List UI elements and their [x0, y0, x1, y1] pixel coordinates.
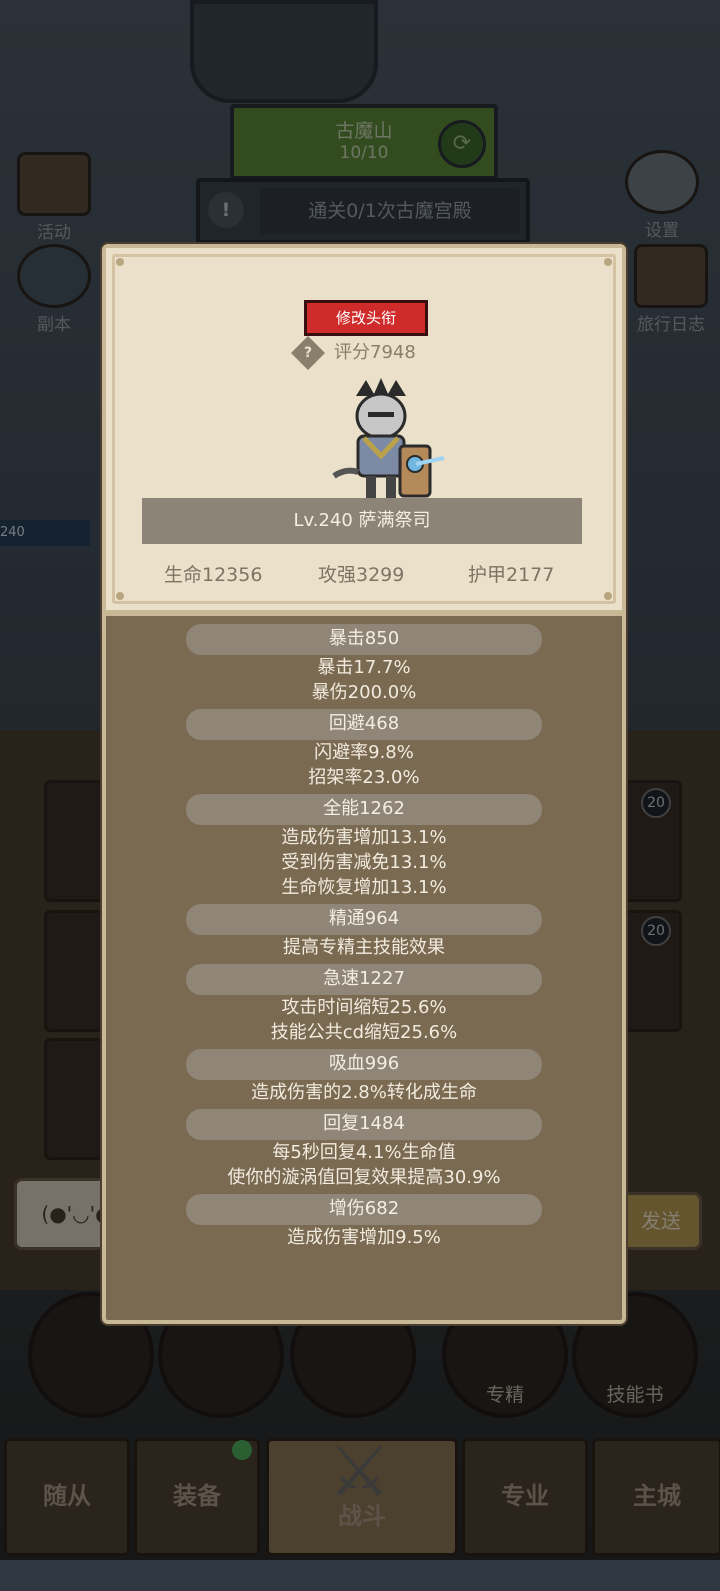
stat-section-header: 回避468 [186, 709, 542, 740]
stats-list: 暴击850 暴击17.7% 暴伤200.0% 回避468 闪避率9.8% 招架率… [106, 624, 622, 1250]
rivet-icon [116, 258, 124, 266]
stat-detail: 招架率23.0% [308, 767, 420, 788]
stat-detail: 暴击17.7% [317, 657, 411, 678]
attack-power-stat: 攻强3299 [318, 564, 405, 586]
score-row: ? 评分7948 [291, 336, 416, 370]
help-icon[interactable]: ? [291, 336, 325, 370]
stat-section-header: 急速1227 [186, 964, 542, 995]
character-stats-modal: 修改头衔 ? 评分7948 Lv.240 萨满祭司 生命12356 攻强3299 … [102, 244, 626, 1324]
stat-section-header: 全能1262 [186, 794, 542, 825]
stat-detail: 每5秒回复4.1%生命值 [272, 1142, 456, 1163]
stat-detail: 造成伤害的2.8%转化成生命 [251, 1082, 477, 1103]
stat-section-header: 增伤682 [186, 1194, 542, 1225]
main-stats: 生命12356 攻强3299 护甲2177 [106, 560, 622, 590]
rivet-icon [604, 258, 612, 266]
stat-detail: 造成伤害增加13.1% [281, 827, 447, 848]
edit-title-button[interactable]: 修改头衔 [304, 300, 428, 336]
stat-section-header: 吸血996 [186, 1049, 542, 1080]
stat-detail: 暴伤200.0% [311, 682, 417, 703]
armor-stat: 护甲2177 [468, 564, 555, 586]
stat-section-header: 回复1484 [186, 1109, 542, 1140]
stat-detail: 生命恢复增加13.1% [281, 877, 447, 898]
rivet-icon [604, 592, 612, 600]
character-header: 修改头衔 ? 评分7948 Lv.240 萨满祭司 生命12356 攻强3299 … [106, 248, 622, 616]
score-text: 评分7948 [334, 342, 416, 363]
stat-section-header: 暴击850 [186, 624, 542, 655]
stat-detail: 使你的漩涡值回复效果提高30.9% [227, 1167, 501, 1188]
hp-stat: 生命12356 [164, 564, 263, 586]
stat-detail: 造成伤害增加9.5% [287, 1227, 441, 1248]
rivet-icon [116, 592, 124, 600]
stat-detail: 受到伤害减免13.1% [281, 852, 447, 873]
hero-level-name: Lv.240 萨满祭司 [142, 498, 582, 544]
stat-detail: 技能公共cd缩短25.6% [270, 1022, 458, 1043]
stat-detail: 攻击时间缩短25.6% [281, 997, 447, 1018]
stat-detail: 提高专精主技能效果 [283, 937, 445, 958]
hero-portrait [332, 378, 445, 498]
stat-section-header: 精通964 [186, 904, 542, 935]
stat-detail: 闪避率9.8% [314, 742, 414, 763]
